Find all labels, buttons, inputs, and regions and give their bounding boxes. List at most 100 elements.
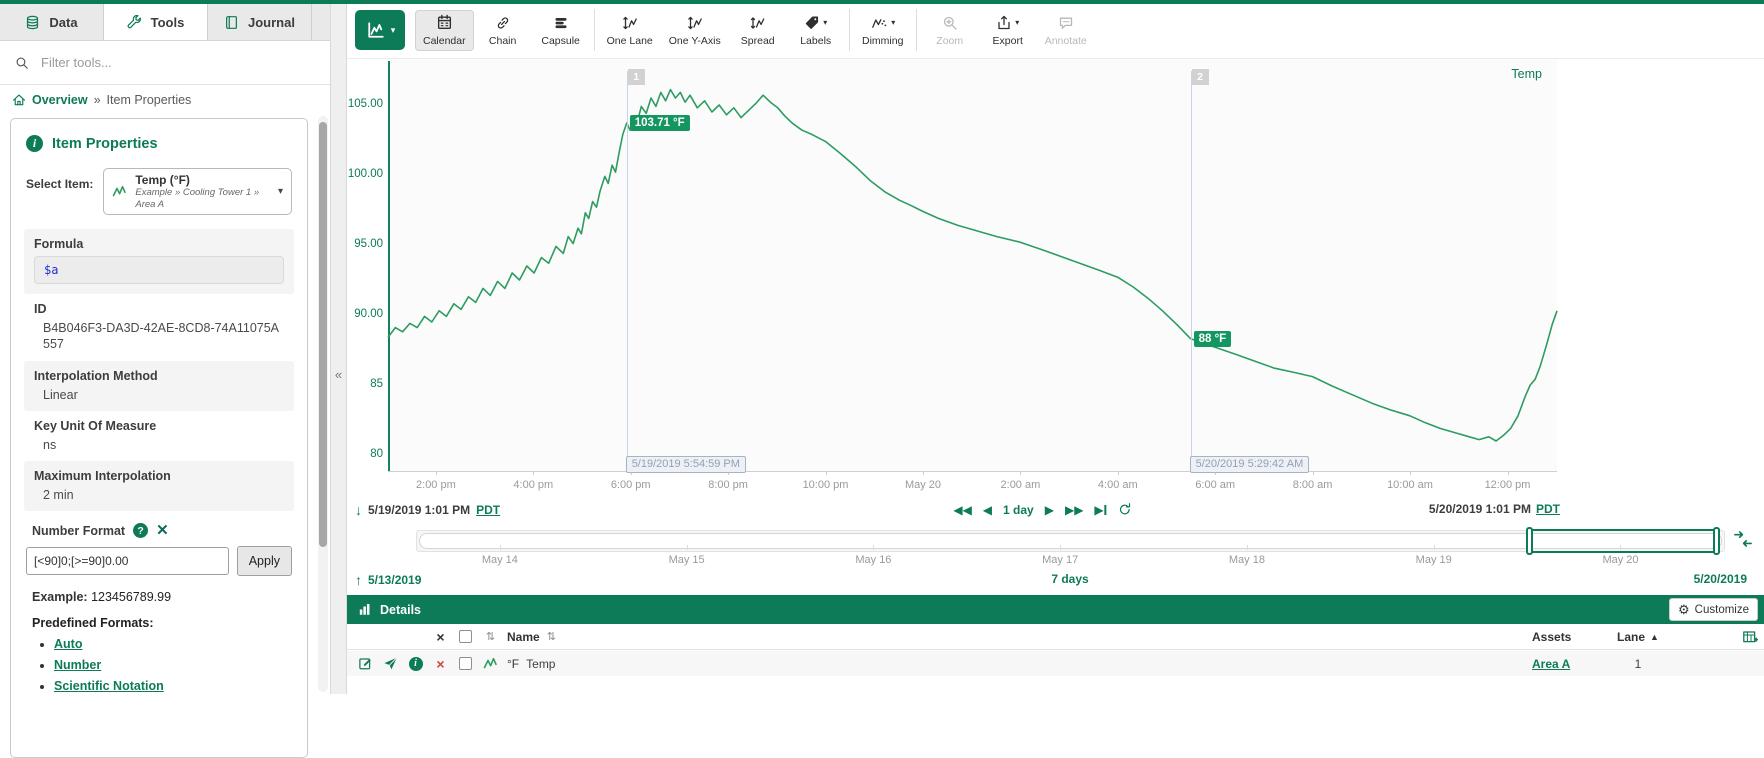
toolbar-button-one-lane[interactable]: One Lane: [599, 10, 661, 51]
dimming-icon: ▾: [870, 14, 895, 32]
property-label: Interpolation Method: [34, 369, 284, 383]
toolbar-button-dimming[interactable]: ▾Dimming: [854, 10, 912, 51]
cursor-badge-1[interactable]: 1: [628, 69, 645, 85]
toolbar-button-spread[interactable]: Spread: [729, 10, 787, 51]
name-column-header[interactable]: Name: [507, 630, 540, 644]
toolbar-button-label: Export: [993, 35, 1023, 47]
predefined-format-link-scientific-notation[interactable]: Scientific Notation: [54, 679, 164, 693]
sort-updown-icon[interactable]: ⇅: [486, 630, 495, 643]
collapse-sidebar-button[interactable]: «: [331, 362, 346, 386]
edit-icon[interactable]: [358, 656, 373, 671]
investigate-start-label[interactable]: 5/13/2019: [368, 573, 421, 587]
step-back-button[interactable]: ◀: [983, 504, 992, 516]
predefined-format-item: Number: [54, 658, 294, 672]
predefined-format-link-auto[interactable]: Auto: [54, 637, 82, 651]
sort-updown-icon[interactable]: ⇅: [547, 630, 556, 643]
cursor-line-2[interactable]: [1191, 71, 1192, 471]
toolbar-button-zoom[interactable]: Zoom: [921, 10, 979, 51]
refresh-icon[interactable]: [1118, 502, 1133, 517]
range-day-label: May 20: [1602, 554, 1638, 566]
step-forward-button[interactable]: ▶: [1045, 504, 1054, 516]
main-area: ▾ Calendar ChainCapsuleOne Lane One Y-Axis S…: [347, 4, 1764, 694]
gear-icon: ⚙: [1678, 603, 1690, 616]
playback-controls: ◀◀ ◀ 1 day ▶ ▶▶ ▶: [953, 502, 1132, 517]
toolbar-button-label: Calendar: [423, 35, 466, 47]
assets-column-header[interactable]: Assets: [1532, 630, 1571, 644]
toolbar-button-annotate[interactable]: Annotate: [1037, 10, 1095, 51]
view-selector-button[interactable]: ▾: [355, 10, 405, 50]
item-properties-icon[interactable]: i: [409, 657, 423, 671]
select-item-label: Select Item:: [26, 177, 93, 191]
clear-format-icon[interactable]: ✕: [156, 523, 169, 538]
toolbar-button-chain[interactable]: Chain: [474, 10, 532, 51]
range-day-tick: [1434, 545, 1435, 550]
panel-title: Item Properties: [52, 136, 158, 152]
step-size-label[interactable]: 1 day: [1003, 503, 1034, 517]
timezone-link[interactable]: PDT: [476, 503, 500, 517]
sidebar: DataToolsJournal Overview » Item Propert…: [0, 4, 330, 694]
selected-item-name: Temp (°F): [135, 173, 271, 187]
range-start-label[interactable]: 5/19/2019 1:01 PM: [368, 503, 470, 517]
range-day-label: May 14: [482, 554, 518, 566]
help-icon[interactable]: ?: [133, 523, 148, 538]
toolbar-button-labels[interactable]: ▾Labels: [787, 10, 845, 51]
annotate-icon: [1058, 14, 1074, 32]
property-formula: Formula$a: [24, 229, 294, 294]
range-selection[interactable]: [1529, 529, 1717, 553]
item-select-dropdown[interactable]: Temp (°F) Example » Cooling Tower 1 » Ar…: [103, 168, 292, 215]
expand-range-icon[interactable]: [1732, 529, 1754, 549]
tab-tools[interactable]: Tools: [104, 4, 208, 40]
row-checkbox[interactable]: [459, 657, 472, 670]
remove-all-icon[interactable]: ×: [436, 629, 444, 645]
range-track[interactable]: May 14May 15May 16May 17May 18May 19May …: [416, 530, 1725, 552]
chain-icon: [495, 14, 511, 32]
apply-button[interactable]: Apply: [237, 546, 292, 576]
property-key-unit-of-measure: Key Unit Of Measurens: [24, 411, 294, 461]
lane-column-header[interactable]: Lane: [1617, 630, 1645, 644]
toolbar-separator: [849, 9, 850, 51]
property-label: Key Unit Of Measure: [34, 419, 284, 433]
range-handle-right[interactable]: [1713, 527, 1720, 555]
step-to-end-button[interactable]: ▶: [1094, 504, 1106, 516]
range-day-tick: [1060, 545, 1061, 550]
step-forward-fast-button[interactable]: ▶▶: [1065, 504, 1083, 516]
asset-link[interactable]: Area A: [1532, 657, 1570, 671]
table-options-icon[interactable]: [1742, 629, 1758, 645]
formula-input[interactable]: $a: [34, 256, 284, 284]
property-interpolation-method: Interpolation MethodLinear: [24, 361, 294, 411]
filter-tools-input[interactable]: [39, 54, 315, 71]
lane-icon: [621, 14, 639, 32]
remove-item-icon[interactable]: ×: [436, 656, 444, 672]
cursor-badge-2[interactable]: 2: [1192, 69, 1209, 85]
temp-series-line[interactable]: [347, 59, 1764, 497]
cursor-line-1[interactable]: [627, 71, 628, 471]
toolbar-separator: [594, 9, 595, 51]
select-all-checkbox[interactable]: [459, 630, 472, 643]
customize-button[interactable]: ⚙ Customize: [1669, 598, 1758, 621]
investigate-end-label[interactable]: 5/20/2019: [1694, 572, 1747, 586]
toolbar-button-calendar[interactable]: Calendar: [415, 10, 474, 51]
scrollbar-thumb[interactable]: [319, 122, 327, 547]
range-handle-left[interactable]: [1526, 527, 1533, 555]
signal-icon: [483, 656, 499, 672]
sidebar-scrollbar[interactable]: [318, 116, 328, 692]
sidebar-tabs: Data Tools Journal: [0, 4, 330, 41]
number-format-input[interactable]: [26, 547, 229, 575]
tab-data[interactable]: Data: [0, 4, 104, 40]
breadcrumb-overview-link[interactable]: Overview: [32, 93, 88, 107]
step-back-fast-button[interactable]: ◀◀: [953, 504, 971, 516]
timezone-link[interactable]: PDT: [1536, 502, 1560, 516]
paper-plane-icon[interactable]: [383, 656, 398, 671]
range-duration-label[interactable]: 7 days: [1051, 572, 1088, 586]
property-maximum-interpolation: Maximum Interpolation2 min: [24, 461, 294, 511]
range-end-label[interactable]: 5/20/2019 1:01 PM: [1429, 502, 1531, 516]
toolbar-button-export[interactable]: ▾Export: [979, 10, 1037, 51]
tab-journal[interactable]: Journal: [208, 4, 312, 40]
toolbar-button-one-y-axis[interactable]: One Y-Axis: [661, 10, 729, 51]
tab-label: Tools: [151, 15, 185, 30]
toolbar-button-label: One Y-Axis: [669, 35, 721, 47]
item-properties-panel: i Item Properties Select Item: Temp (°F)…: [10, 118, 308, 758]
toolbar-button-capsule[interactable]: Capsule: [532, 10, 590, 51]
home-icon[interactable]: [12, 93, 26, 107]
predefined-format-link-number[interactable]: Number: [54, 658, 101, 672]
